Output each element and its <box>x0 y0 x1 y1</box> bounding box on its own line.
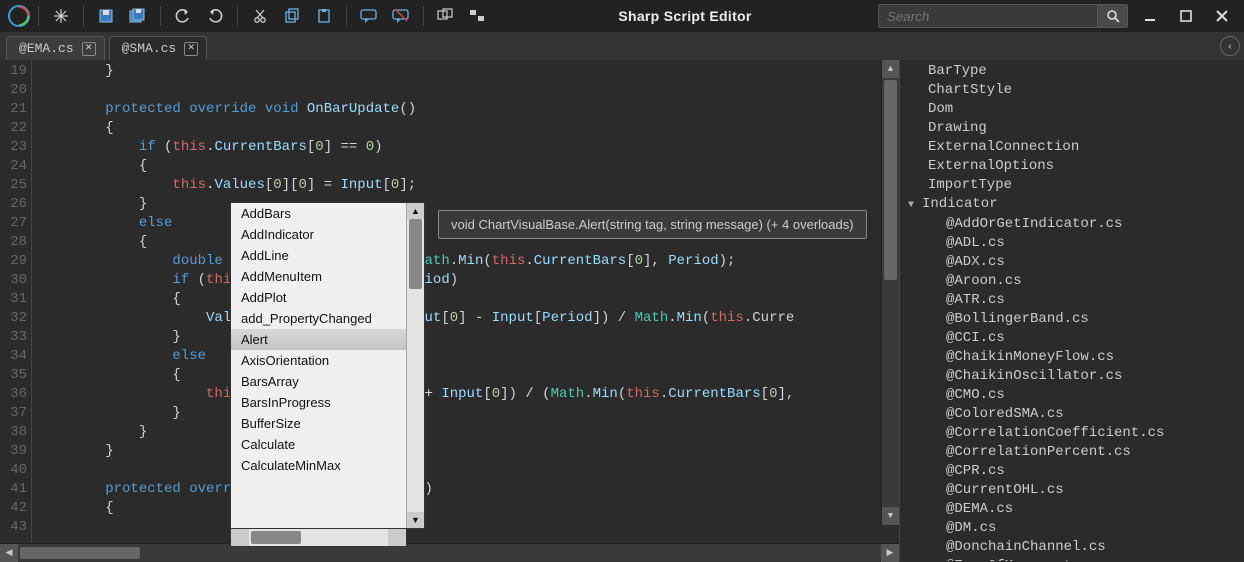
intellisense-item[interactable]: AddIndicator <box>231 224 406 245</box>
intellisense-item[interactable]: BarsArray <box>231 371 406 392</box>
paste-icon[interactable] <box>310 2 338 30</box>
explorer-file[interactable]: @CPR.cs <box>900 462 1244 481</box>
explorer-folder[interactable]: ExternalOptions <box>900 157 1244 176</box>
scroll-thumb[interactable] <box>20 547 140 559</box>
window-title: Sharp Script Editor <box>496 8 874 24</box>
save-icon[interactable] <box>92 2 120 30</box>
intellisense-hscrollbar[interactable]: ◀ ▶ <box>230 529 407 547</box>
settings-icon[interactable] <box>47 2 75 30</box>
comment-icon[interactable] <box>355 2 383 30</box>
minimize-button[interactable] <box>1136 2 1164 30</box>
explorer-folder[interactable]: ExternalConnection <box>900 138 1244 157</box>
tab-label: @EMA.cs <box>19 41 74 56</box>
intellisense-item[interactable]: Calculate <box>231 434 406 455</box>
editor-vscrollbar[interactable]: ▲ ▼ <box>881 60 899 525</box>
scroll-down-icon[interactable]: ▼ <box>407 512 424 528</box>
cut-icon[interactable] <box>246 2 274 30</box>
editor-pane: 1920212223242526272829303132333435363738… <box>0 60 899 561</box>
intellisense-item[interactable]: Alert <box>231 329 406 350</box>
scroll-left-icon[interactable]: ◀ <box>231 529 249 546</box>
tab-ema[interactable]: @EMA.cs ✕ <box>6 36 105 60</box>
intellisense-item[interactable]: AddBars <box>231 203 406 224</box>
line-gutter: 1920212223242526272829303132333435363738… <box>0 60 32 543</box>
uncomment-icon[interactable] <box>387 2 415 30</box>
intellisense-item[interactable]: BarsInProgress <box>231 392 406 413</box>
explorer-file[interactable]: @DonchainChannel.cs <box>900 538 1244 557</box>
intellisense-item[interactable]: AxisOrientation <box>231 350 406 371</box>
undo-icon[interactable] <box>169 2 197 30</box>
intellisense-item[interactable]: AddLine <box>231 245 406 266</box>
explorer-file[interactable]: @DM.cs <box>900 519 1244 538</box>
tab-close-icon[interactable]: ✕ <box>184 42 198 56</box>
search-button[interactable] <box>1098 4 1128 28</box>
explorer-file[interactable]: @CorrelationCoefficient.cs <box>900 424 1244 443</box>
close-button[interactable] <box>1208 2 1236 30</box>
editor-hscrollbar[interactable]: ◀ ▶ <box>0 543 899 561</box>
explorer-file[interactable]: @CorrelationPercent.cs <box>900 443 1244 462</box>
redo-icon[interactable] <box>201 2 229 30</box>
search-box <box>878 4 1128 28</box>
windows-icon[interactable] <box>432 2 460 30</box>
tab-close-icon[interactable]: ✕ <box>82 42 96 56</box>
collapse-panel-button[interactable]: ‹ <box>1220 36 1240 56</box>
explorer-folder[interactable]: BarType <box>900 62 1244 81</box>
save-all-icon[interactable] <box>124 2 152 30</box>
signature-tooltip: void ChartVisualBase.Alert(string tag, s… <box>438 210 867 239</box>
app-logo <box>8 5 30 27</box>
explorer-file[interactable]: @EaseOfMovement.cs <box>900 557 1244 561</box>
explorer-file[interactable]: @ADX.cs <box>900 253 1244 272</box>
layout-icon[interactable] <box>464 2 492 30</box>
tab-strip: @EMA.cs ✕ @SMA.cs ✕ ‹ <box>0 32 1244 60</box>
scroll-thumb[interactable] <box>884 80 897 280</box>
solution-explorer: BarTypeChartStyleDomDrawingExternalConne… <box>899 60 1244 561</box>
explorer-file[interactable]: @CMO.cs <box>900 386 1244 405</box>
scroll-thumb[interactable] <box>251 531 301 544</box>
scroll-left-icon[interactable]: ◀ <box>0 544 18 562</box>
explorer-file[interactable]: @BollingerBand.cs <box>900 310 1244 329</box>
intellisense-item[interactable]: AddPlot <box>231 287 406 308</box>
intellisense-item[interactable]: AddMenuItem <box>231 266 406 287</box>
scroll-up-icon[interactable]: ▲ <box>882 60 899 78</box>
scroll-right-icon[interactable]: ▶ <box>388 529 406 546</box>
explorer-folder[interactable]: ChartStyle <box>900 81 1244 100</box>
explorer-file[interactable]: @CurrentOHL.cs <box>900 481 1244 500</box>
menubar: Sharp Script Editor <box>0 0 1244 32</box>
scroll-thumb[interactable] <box>409 219 422 289</box>
explorer-folder[interactable]: Dom <box>900 100 1244 119</box>
explorer-file[interactable]: @ADL.cs <box>900 234 1244 253</box>
explorer-file[interactable]: @DEMA.cs <box>900 500 1244 519</box>
copy-icon[interactable] <box>278 2 306 30</box>
tab-sma[interactable]: @SMA.cs ✕ <box>109 36 208 60</box>
intellisense-item[interactable]: BufferSize <box>231 413 406 434</box>
intellisense-vscrollbar[interactable]: ▲ ▼ <box>406 203 424 528</box>
explorer-file[interactable]: @ChaikinMoneyFlow.cs <box>900 348 1244 367</box>
maximize-button[interactable] <box>1172 2 1200 30</box>
explorer-file[interactable]: @ChaikinOscillator.cs <box>900 367 1244 386</box>
scroll-right-icon[interactable]: ▶ <box>881 544 899 562</box>
explorer-file[interactable]: @ATR.cs <box>900 291 1244 310</box>
explorer-file[interactable]: @CCI.cs <box>900 329 1244 348</box>
explorer-folder[interactable]: ImportType <box>900 176 1244 195</box>
scroll-up-icon[interactable]: ▲ <box>407 203 424 219</box>
intellisense-item[interactable]: CalculateMinMax <box>231 455 406 476</box>
intellisense-item[interactable]: add_PropertyChanged <box>231 308 406 329</box>
code-area[interactable]: } protected override void OnBarUpdate() … <box>32 60 899 543</box>
scroll-down-icon[interactable]: ▼ <box>882 507 899 525</box>
explorer-file[interactable]: @Aroon.cs <box>900 272 1244 291</box>
intellisense-popup: AddBarsAddIndicatorAddLineAddMenuItemAdd… <box>230 202 425 529</box>
search-input[interactable] <box>878 4 1098 28</box>
tab-label: @SMA.cs <box>122 41 177 56</box>
explorer-file[interactable]: @ColoredSMA.cs <box>900 405 1244 424</box>
explorer-file[interactable]: @AddOrGetIndicator.cs <box>900 215 1244 234</box>
explorer-folder-expanded[interactable]: Indicator <box>900 195 1244 215</box>
explorer-folder[interactable]: Drawing <box>900 119 1244 138</box>
